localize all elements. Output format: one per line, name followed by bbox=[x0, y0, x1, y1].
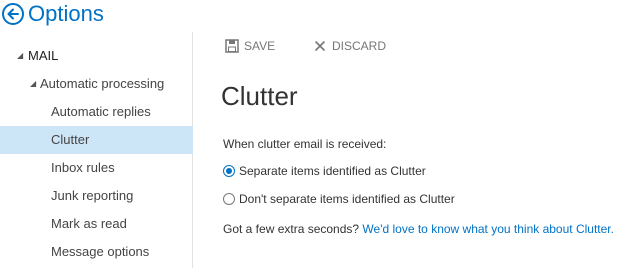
sidebar-item-automatic-replies[interactable]: Automatic replies bbox=[0, 98, 193, 126]
toolbar: SAVE DISCARD bbox=[193, 32, 631, 60]
close-icon bbox=[315, 41, 325, 51]
sidebar-item-message-options[interactable]: Message options bbox=[0, 238, 193, 266]
sidebar: ◢ MAIL ◢ Automatic processing Automatic … bbox=[0, 32, 193, 268]
sidebar-section-mail[interactable]: ◢ MAIL bbox=[0, 42, 193, 70]
header: Options bbox=[0, 0, 631, 32]
sidebar-section-label: MAIL bbox=[28, 48, 59, 63]
sidebar-item-label: Automatic replies bbox=[51, 104, 151, 119]
clutter-heading: Clutter bbox=[221, 81, 298, 111]
collapse-triangle-icon: ◢ bbox=[17, 51, 24, 60]
sidebar-group-automatic-processing[interactable]: ◢ Automatic processing bbox=[0, 70, 193, 98]
sidebar-item-junk-reporting[interactable]: Junk reporting bbox=[0, 182, 193, 210]
collapse-triangle-icon: ◢ bbox=[30, 79, 37, 88]
sidebar-item-inbox-rules[interactable]: Inbox rules bbox=[0, 154, 193, 182]
save-button[interactable]: SAVE bbox=[225, 36, 285, 56]
radio-label: Separate items identified as Clutter bbox=[239, 164, 426, 178]
discard-button[interactable]: DISCARD bbox=[313, 36, 393, 56]
radio-label: Don't separate items identified as Clutt… bbox=[239, 192, 455, 206]
sidebar-item-label: Junk reporting bbox=[51, 188, 134, 203]
clutter-question: When clutter email is received: bbox=[223, 137, 387, 151]
sidebar-item-mark-as-read[interactable]: Mark as read bbox=[0, 210, 193, 238]
page-title: Options bbox=[28, 1, 104, 26]
radio-button-checked[interactable] bbox=[223, 165, 235, 177]
feedback-link[interactable]: We'd love to know what you think about C… bbox=[362, 222, 614, 236]
feedback-line: Got a few extra seconds? We'd love to kn… bbox=[223, 221, 614, 237]
save-label: SAVE bbox=[244, 39, 276, 53]
feedback-text: Got a few extra seconds? bbox=[223, 222, 360, 236]
sidebar-item-label: Inbox rules bbox=[51, 160, 115, 175]
back-arrow-icon[interactable] bbox=[2, 3, 24, 25]
sidebar-item-label: Mark as read bbox=[51, 216, 127, 231]
sidebar-item-clutter[interactable]: Clutter bbox=[0, 126, 193, 154]
sidebar-group-label: Automatic processing bbox=[40, 76, 165, 91]
sidebar-item-label: Message options bbox=[51, 244, 150, 259]
discard-label: DISCARD bbox=[332, 39, 387, 53]
save-icon bbox=[225, 39, 239, 53]
sidebar-item-label: Clutter bbox=[51, 132, 90, 147]
radio-button-unchecked[interactable] bbox=[223, 193, 235, 205]
